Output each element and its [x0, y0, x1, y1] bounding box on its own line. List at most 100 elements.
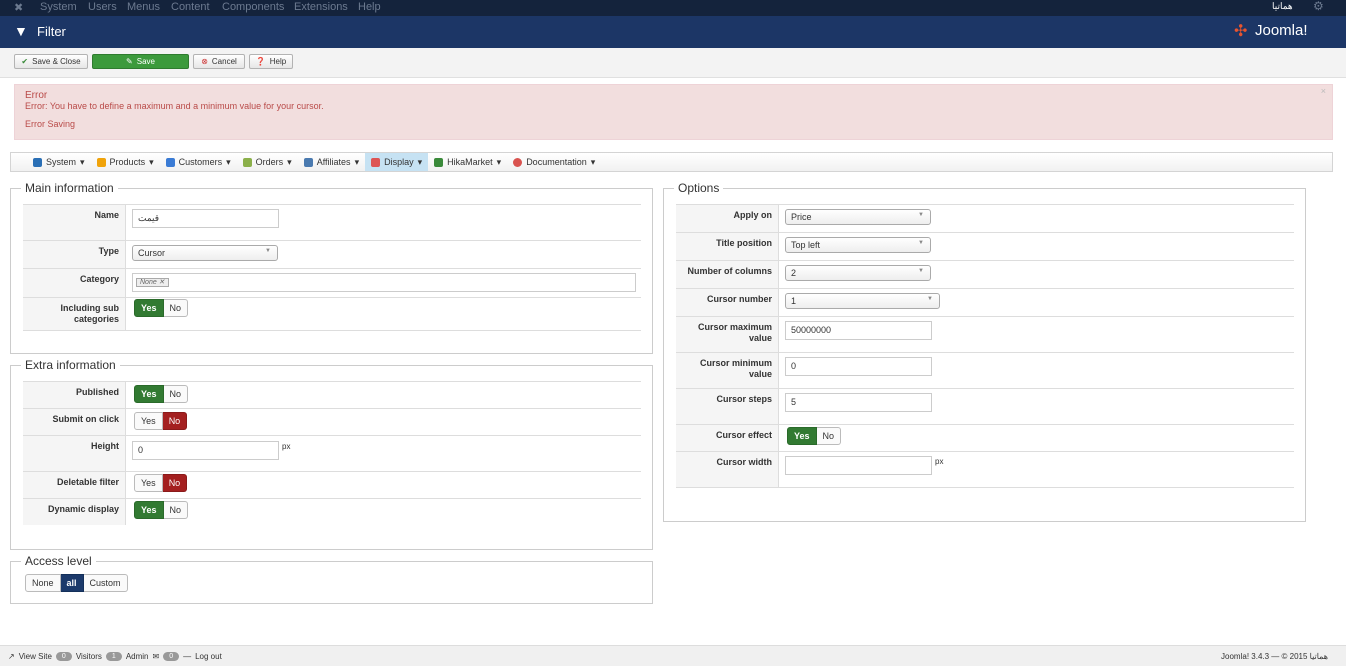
published-label: Published [23, 382, 126, 408]
visitors-label: Visitors [75, 651, 102, 661]
category-label: Category [23, 269, 126, 297]
menu-users[interactable]: Users [88, 1, 117, 13]
error-detail: Error Saving [25, 119, 76, 129]
category-tag[interactable]: None ✕ [136, 278, 169, 287]
columns-select[interactable]: 2 ▼ [785, 265, 931, 281]
toolbar: ✔ Save & Close ✎ Save ⊗ Cancel ❓ Help [0, 48, 1346, 78]
category-input[interactable]: None ✕ [132, 273, 636, 292]
affiliates-icon [303, 157, 313, 167]
check-icon: ✔ [21, 57, 29, 66]
cursor-min-input[interactable]: 0 [785, 357, 932, 376]
cancel-icon: ⊗ [201, 57, 208, 66]
published-toggle[interactable]: Yes No [134, 385, 189, 403]
hikamarket-icon [434, 157, 444, 167]
save-close-button[interactable]: ✔ Save & Close [14, 54, 88, 69]
chevron-down-icon: ▼ [918, 240, 924, 246]
menu-components[interactable]: Components [222, 1, 284, 13]
menu-display[interactable]: Display ▾ [365, 153, 429, 171]
hikashop-menu: System ▾ Products ▾ Customers ▾ Orders ▾ Aff… [10, 152, 1333, 172]
joomla-icon[interactable]: ✖ [14, 1, 23, 14]
cursor-width-input[interactable] [785, 456, 932, 475]
cursor-number-select[interactable]: 1 ▼ [785, 293, 940, 309]
menu-products[interactable]: Products ▾ [91, 153, 160, 171]
cancel-button[interactable]: ⊗ Cancel [193, 54, 245, 69]
menu-documentation[interactable]: Documentation ▾ [507, 153, 601, 171]
cursor-width-label: Cursor width [676, 452, 779, 487]
admin-badge: 1 [105, 651, 122, 661]
type-label: Type [23, 241, 126, 268]
chevron-down-icon: ▼ [265, 248, 271, 254]
access-level-section: Access level None all Custom [10, 554, 653, 604]
px-unit: px [282, 442, 291, 451]
view-site-link[interactable]: View Site [19, 652, 52, 661]
site-link[interactable]: هماتیا [1272, 1, 1293, 12]
columns-label: Number of columns [676, 261, 779, 288]
menu-menus[interactable]: Menus [127, 1, 160, 13]
access-level-toggle[interactable]: None all Custom [25, 574, 128, 592]
sub-categories-toggle[interactable]: Yes No [134, 299, 189, 317]
menu-orders[interactable]: Orders ▾ [237, 153, 298, 171]
logout-link[interactable]: Log out [195, 652, 222, 661]
menu-affiliates[interactable]: Affiliates ▾ [298, 153, 365, 171]
dynamic-label: Dynamic display [23, 499, 126, 525]
section-title: Main information [21, 181, 118, 195]
options-section: Options Apply on Price ▼ Title position T… [663, 181, 1306, 522]
menu-hikamarket[interactable]: HikaMarket ▾ [428, 153, 507, 171]
page-title: Filter [37, 24, 66, 39]
external-link-icon: ↗ [8, 651, 15, 661]
section-title: Extra information [21, 358, 120, 372]
dynamic-toggle[interactable]: Yes No [134, 501, 189, 519]
version-text: Joomla! 3.4.3 — © 2015 هماتیا [1221, 651, 1328, 661]
error-alert: Error Error: You have to define a maximu… [14, 84, 1333, 140]
products-icon [96, 157, 106, 167]
extra-information-section: Extra information Published Yes No Submit… [10, 358, 653, 550]
error-message: Error: You have to define a maximum and … [25, 101, 324, 111]
cursor-effect-toggle[interactable]: Yes No [787, 427, 842, 445]
chevron-down-icon: ▼ [918, 268, 924, 274]
close-icon[interactable]: × [1321, 86, 1326, 96]
admin-menu-bar: ✖ System Users Menus Content Components … [0, 0, 1346, 16]
deletable-label: Deletable filter [23, 472, 126, 498]
apply-on-label: Apply on [676, 205, 779, 232]
menu-customers[interactable]: Customers ▾ [160, 153, 237, 171]
help-icon: ❓ [255, 57, 266, 66]
help-button[interactable]: ❓ Help [249, 54, 293, 69]
chevron-down-icon: ▼ [927, 296, 933, 302]
minus-icon: — [183, 651, 192, 661]
name-input[interactable]: قیمت [132, 209, 279, 228]
height-label: Height [23, 436, 126, 471]
edit-icon: ✎ [126, 57, 133, 66]
menu-content[interactable]: Content [171, 1, 210, 13]
section-title: Access level [21, 554, 96, 568]
status-bar: ↗ View Site 0 Visitors 1 Admin ✉ 0 — Log… [0, 645, 1346, 666]
type-select[interactable]: Cursor ▼ [132, 245, 278, 261]
cursor-steps-input[interactable]: 5 [785, 393, 932, 412]
cursor-effect-label: Cursor effect [676, 425, 779, 451]
mail-icon[interactable]: ✉ [153, 652, 160, 661]
title-position-select[interactable]: Top left ▼ [785, 237, 931, 253]
apply-on-select[interactable]: Price ▼ [785, 209, 931, 225]
menu-extensions[interactable]: Extensions [294, 1, 348, 13]
tools-icon [33, 157, 42, 167]
error-heading: Error [25, 90, 48, 101]
messages-badge: 0 [163, 651, 180, 661]
px-unit: px [935, 457, 944, 466]
cursor-min-label: Cursor minimum value [676, 353, 779, 388]
section-title: Options [674, 181, 724, 195]
gear-icon[interactable]: ⚙ [1313, 0, 1324, 13]
chevron-down-icon: ▼ [918, 212, 924, 218]
customers-icon [165, 157, 175, 167]
menu-system[interactable]: System ▾ [27, 153, 91, 171]
height-input[interactable]: 0 [132, 441, 279, 460]
deletable-toggle[interactable]: Yes No [134, 474, 188, 492]
submit-toggle[interactable]: Yes No [134, 412, 188, 430]
cursor-max-input[interactable]: 50000000 [785, 321, 932, 340]
joomla-logo-icon: ✣ [1234, 23, 1248, 40]
save-button[interactable]: ✎ Save [92, 54, 189, 69]
name-label: Name [23, 205, 126, 240]
visitors-badge: 0 [55, 651, 72, 661]
menu-system[interactable]: System [40, 1, 77, 13]
menu-help[interactable]: Help [358, 1, 381, 13]
display-icon [371, 157, 381, 167]
joomla-logo: Joomla! [1255, 22, 1308, 39]
